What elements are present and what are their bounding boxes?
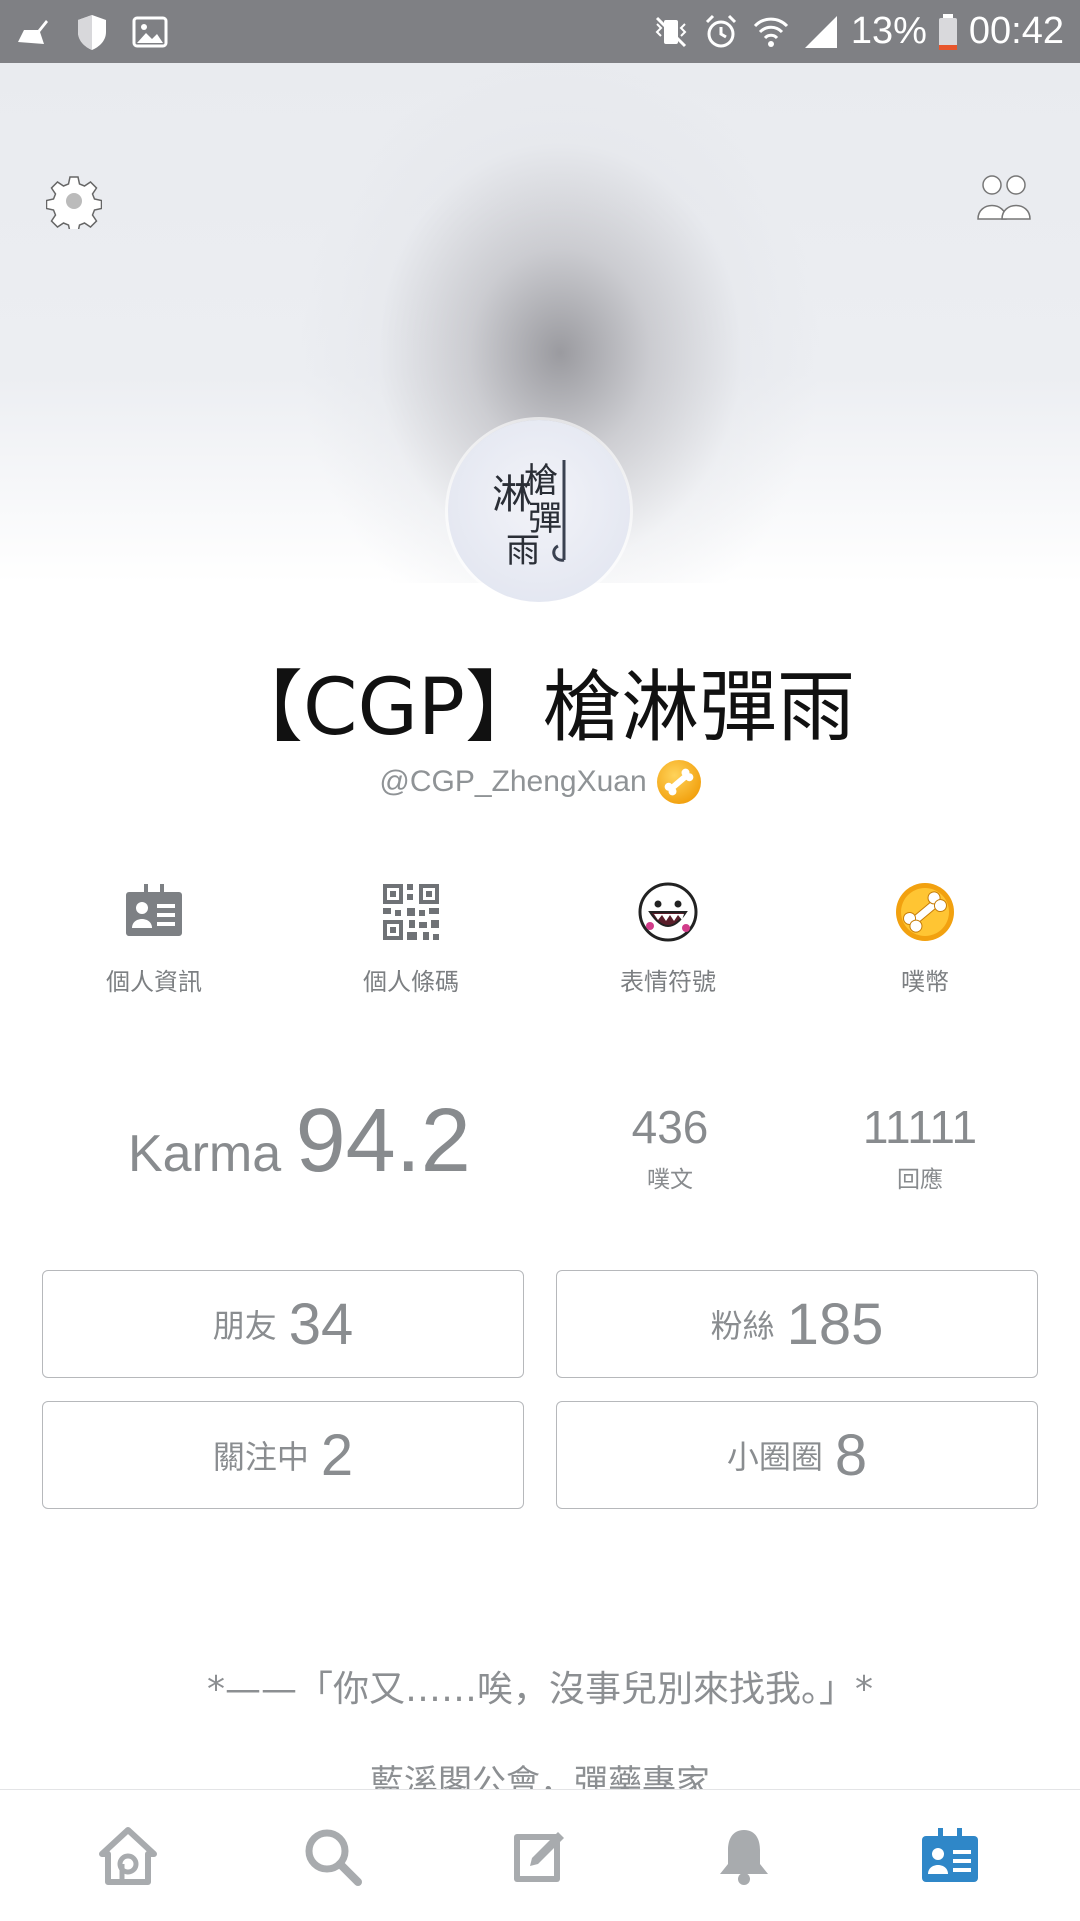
avatar-logo: 淋 槍 彈 雨 xyxy=(492,460,566,570)
battery-icon xyxy=(938,13,957,50)
status-bar: 13% 00:42 xyxy=(0,0,1080,63)
plurks-count: 436 xyxy=(631,1101,709,1153)
responses-count: 11111 xyxy=(862,1101,978,1153)
emoji-icon xyxy=(638,882,698,942)
action-qr-code[interactable]: 個人條碼 xyxy=(311,880,511,997)
people-icon[interactable] xyxy=(974,171,1034,227)
following-label: 關注中 xyxy=(212,1438,309,1476)
action-profile-info[interactable]: 個人資訊 xyxy=(54,880,254,997)
avatar[interactable]: 淋 槍 彈 雨 xyxy=(448,420,630,602)
username-handle: @CGP_ZhengXuan xyxy=(379,765,647,798)
friends-button[interactable]: 朋友 34 xyxy=(42,1270,524,1378)
following-button[interactable]: 關注中 2 xyxy=(42,1401,524,1509)
handle-row: @CGP_ZhengXuan xyxy=(0,760,1080,804)
profile-stats: Karma 94.2 436 噗文 11111 回應 xyxy=(0,1080,1080,1200)
search-icon[interactable] xyxy=(300,1824,364,1888)
qr-code-icon xyxy=(383,884,439,940)
signal-icon xyxy=(804,15,837,48)
profile-card-icon[interactable] xyxy=(918,1824,982,1888)
gear-icon[interactable] xyxy=(46,173,102,229)
following-count: 2 xyxy=(320,1422,354,1488)
karma-value: 94.2 xyxy=(295,1091,471,1191)
plurk-coin-badge-icon xyxy=(656,760,701,804)
responses-label: 回應 xyxy=(897,1167,943,1193)
action-plurk-coin[interactable]: 噗幣 xyxy=(825,880,1025,997)
mute-vibrate-icon xyxy=(655,16,687,47)
id-card-icon xyxy=(126,884,182,936)
fans-count: 185 xyxy=(786,1291,884,1357)
plurks-label: 噗文 xyxy=(647,1167,693,1193)
action-qr-code-label: 個人條碼 xyxy=(363,968,459,996)
plurk-coin-icon xyxy=(896,883,954,941)
fans-button[interactable]: 粉絲 185 xyxy=(556,1270,1038,1378)
bottom-navigation xyxy=(0,1789,1080,1921)
svg-text:槍: 槍 xyxy=(524,461,558,501)
friends-label: 朋友 xyxy=(212,1307,277,1345)
friends-count: 34 xyxy=(288,1291,354,1357)
responses-stat[interactable]: 11111 回應 xyxy=(810,1100,1030,1194)
cleaner-icon xyxy=(18,20,48,44)
bell-icon[interactable] xyxy=(712,1824,776,1888)
plurks-stat[interactable]: 436 噗文 xyxy=(560,1100,780,1194)
fans-label: 粉絲 xyxy=(710,1307,775,1345)
bio-line-1: *——「你又……唉，沒事兒別來找我。」* xyxy=(206,1669,873,1710)
cliques-count: 8 xyxy=(834,1422,868,1488)
image-icon xyxy=(132,16,168,48)
battery-percent: 13% xyxy=(850,10,927,52)
display-name: 【CGP】槍淋彈雨 xyxy=(225,663,855,753)
wifi-icon xyxy=(753,17,788,47)
karma-stat: Karma 94.2 xyxy=(128,1090,471,1193)
shield-icon xyxy=(78,15,106,50)
action-emoticons-label: 表情符號 xyxy=(620,968,716,996)
cliques-button[interactable]: 小圈圈 8 xyxy=(556,1401,1038,1509)
action-profile-info-label: 個人資訊 xyxy=(106,968,202,996)
clock: 00:42 xyxy=(968,10,1064,52)
action-emoticons[interactable]: 表情符號 xyxy=(568,880,768,997)
karma-label: Karma xyxy=(128,1125,282,1183)
alarm-icon xyxy=(705,14,736,47)
quick-actions: 個人資訊 個人條碼 表情符號 噗幣 xyxy=(0,880,1080,1000)
svg-text:雨: 雨 xyxy=(506,531,540,570)
action-plurk-coin-label: 噗幣 xyxy=(901,968,949,996)
compose-icon[interactable] xyxy=(508,1824,572,1888)
home-icon[interactable] xyxy=(96,1824,160,1888)
cliques-label: 小圈圈 xyxy=(726,1438,823,1476)
